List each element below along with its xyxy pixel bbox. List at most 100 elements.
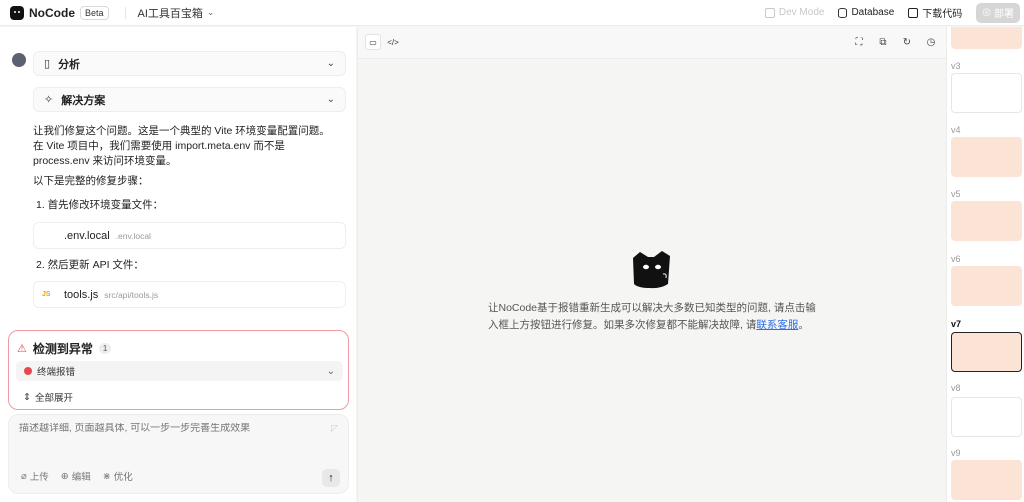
steps-intro: 以下是完整的修复步骤： xyxy=(33,175,149,187)
file-card-env[interactable]: .env.local .env.local xyxy=(33,222,346,249)
cat-mascot-icon xyxy=(633,251,670,289)
clipboard-icon: ▯ xyxy=(44,58,51,70)
project-selector[interactable]: AI工具百宝箱 ⌄ xyxy=(138,5,215,21)
version-label: v5 xyxy=(951,189,961,199)
version-label: v8 xyxy=(951,383,961,393)
clock-icon: ◷ xyxy=(926,36,936,48)
cat-logo-icon xyxy=(10,5,24,20)
alert-title: 检测到异常 xyxy=(32,342,93,356)
chevron-down-icon: ⌄ xyxy=(326,58,335,69)
terminal-error-label: 终端报错 xyxy=(37,367,76,378)
contact-support-link[interactable]: 联系客服 xyxy=(756,319,798,331)
dev-mode-button[interactable]: Dev Mode xyxy=(764,7,825,18)
step-1: 1. 首先修改环境变量文件： xyxy=(36,199,164,211)
version-label: v6 xyxy=(951,254,961,264)
edit-button[interactable]: ⊕ 编辑 xyxy=(60,469,91,484)
error-help-message: 让NoCode基于报错重新生成可以解决大多数已知类型的问题, 请点击输入框上方按… xyxy=(488,300,818,334)
section-label: 分析 xyxy=(58,58,81,71)
expand-all-label: 全部展开 xyxy=(34,393,73,404)
optimize-label: 优化 xyxy=(113,472,133,483)
terminal-error-row[interactable]: 终端报错 ⌄ xyxy=(16,361,343,381)
deploy-button[interactable]: ◎ 部署 xyxy=(976,2,1020,23)
warning-icon: ⚠ xyxy=(17,343,27,355)
solution-section[interactable]: ✧ 解决方案 ⌄ xyxy=(33,87,346,112)
database-button[interactable]: Database xyxy=(838,7,894,18)
version-rail: v3 v4 v5 v6 v7 v8 v9 xyxy=(946,27,1024,502)
expand-all-button[interactable]: ⇕ 全部展开 xyxy=(23,390,73,405)
chevron-down-icon: ⌄ xyxy=(326,365,335,377)
deploy-icon: ◎ xyxy=(982,7,991,18)
error-alert: ⚠ 检测到异常 1 终端报错 ⌄ ⇕ 全部展开 xyxy=(8,330,349,410)
version-label: v4 xyxy=(951,125,961,135)
divider xyxy=(124,6,126,19)
prompt-input[interactable] xyxy=(19,423,319,434)
version-thumbnail[interactable] xyxy=(951,27,1022,49)
step-2: 2. 然后更新 API 文件： xyxy=(36,259,144,271)
fullscreen-button[interactable]: ⛶ xyxy=(852,35,866,49)
version-thumbnail[interactable] xyxy=(951,397,1022,437)
download-label: 下载代码 xyxy=(922,9,963,20)
deploy-label: 部署 xyxy=(994,9,1014,20)
composer: ◸ ⌀ 上传 ⊕ 编辑 ⋇ 优化 ↑ xyxy=(8,414,349,494)
version-label-current: v7 xyxy=(951,319,962,329)
resize-icon[interactable]: ◸ xyxy=(331,423,338,434)
beta-badge: Beta xyxy=(80,5,109,20)
file-card-tools[interactable]: JS tools.js src/api/tools.js xyxy=(33,281,346,308)
analysis-section[interactable]: ▯ 分析 ⌄ xyxy=(33,51,346,76)
help-text-end: 。 xyxy=(798,319,809,331)
code-tab[interactable]: </> xyxy=(385,34,401,50)
chevron-down-icon: ⌄ xyxy=(326,94,335,105)
file-name: .env.local xyxy=(64,229,110,242)
chevron-down-icon: ⌄ xyxy=(206,7,215,17)
dev-mode-label: Dev Mode xyxy=(778,7,825,18)
brand-name: NoCode xyxy=(29,5,75,20)
version-label: v9 xyxy=(951,448,961,458)
top-bar: NoCode Beta AI工具百宝箱 ⌄ Dev Mode Database … xyxy=(0,0,1024,26)
database-icon xyxy=(838,7,848,18)
magic-wand-icon: ⋇ xyxy=(102,470,111,482)
version-thumbnail[interactable] xyxy=(951,137,1022,177)
preview-panel: ▭ </> ⛶ ⧉ ↻ ◷ 让NoCode基于报错重新生成可以解决大多数已知类型… xyxy=(357,27,946,502)
dev-mode-icon xyxy=(764,7,775,18)
js-file-icon: JS xyxy=(42,291,51,298)
file-name: tools.js xyxy=(64,288,99,301)
optimize-button[interactable]: ⋇ 优化 xyxy=(102,469,133,484)
upload-label: 上传 xyxy=(29,472,49,483)
fullscreen-icon: ⛶ xyxy=(855,36,863,48)
edit-label: 编辑 xyxy=(71,472,91,483)
browser-icon: ▭ xyxy=(369,37,377,47)
error-icon xyxy=(24,367,32,375)
version-thumbnail[interactable] xyxy=(951,73,1022,113)
refresh-button[interactable]: ↻ xyxy=(900,35,914,49)
refresh-icon: ↻ xyxy=(902,36,912,48)
version-label: v3 xyxy=(951,61,961,71)
chat-panel: ▯ 分析 ⌄ ✧ 解决方案 ⌄ 让我们修复这个问题。这是一个典型的 Vite 环… xyxy=(0,27,356,502)
version-thumbnail[interactable] xyxy=(951,201,1022,241)
code-icon: </> xyxy=(387,37,399,47)
external-link-icon: ⧉ xyxy=(879,36,887,48)
send-button[interactable]: ↑ xyxy=(322,469,340,487)
file-path: .env.local xyxy=(115,230,151,241)
paperclip-icon: ⌀ xyxy=(21,470,27,482)
version-thumbnail-selected[interactable] xyxy=(951,332,1022,372)
upload-button[interactable]: ⌀ 上传 xyxy=(21,469,49,484)
version-thumbnail[interactable] xyxy=(951,266,1022,306)
download-icon xyxy=(908,7,919,18)
target-icon: ⊕ xyxy=(60,470,69,482)
intro-text: 让我们修复这个问题。这是一个典型的 Vite 环境变量配置问题。在 Vite 项… xyxy=(33,125,330,167)
download-code-button[interactable]: 下载代码 xyxy=(908,5,962,20)
sparkle-icon: ✧ xyxy=(44,94,54,106)
section-label: 解决方案 xyxy=(61,94,106,107)
brand-logo[interactable]: NoCode Beta xyxy=(10,5,109,20)
file-path: src/api/tools.js xyxy=(104,289,159,300)
database-label: Database xyxy=(851,7,895,18)
arrow-up-icon: ↑ xyxy=(328,472,334,484)
preview-toolbar: ▭ </> ⛶ ⧉ ↻ ◷ xyxy=(358,27,946,59)
assistant-avatar xyxy=(12,53,26,67)
history-button[interactable]: ◷ xyxy=(924,35,938,49)
error-count-badge: 1 xyxy=(98,343,112,354)
project-name: AI工具百宝箱 xyxy=(137,7,203,20)
preview-tab[interactable]: ▭ xyxy=(365,34,381,50)
open-new-window-button[interactable]: ⧉ xyxy=(876,35,890,49)
version-thumbnail[interactable] xyxy=(951,460,1022,500)
